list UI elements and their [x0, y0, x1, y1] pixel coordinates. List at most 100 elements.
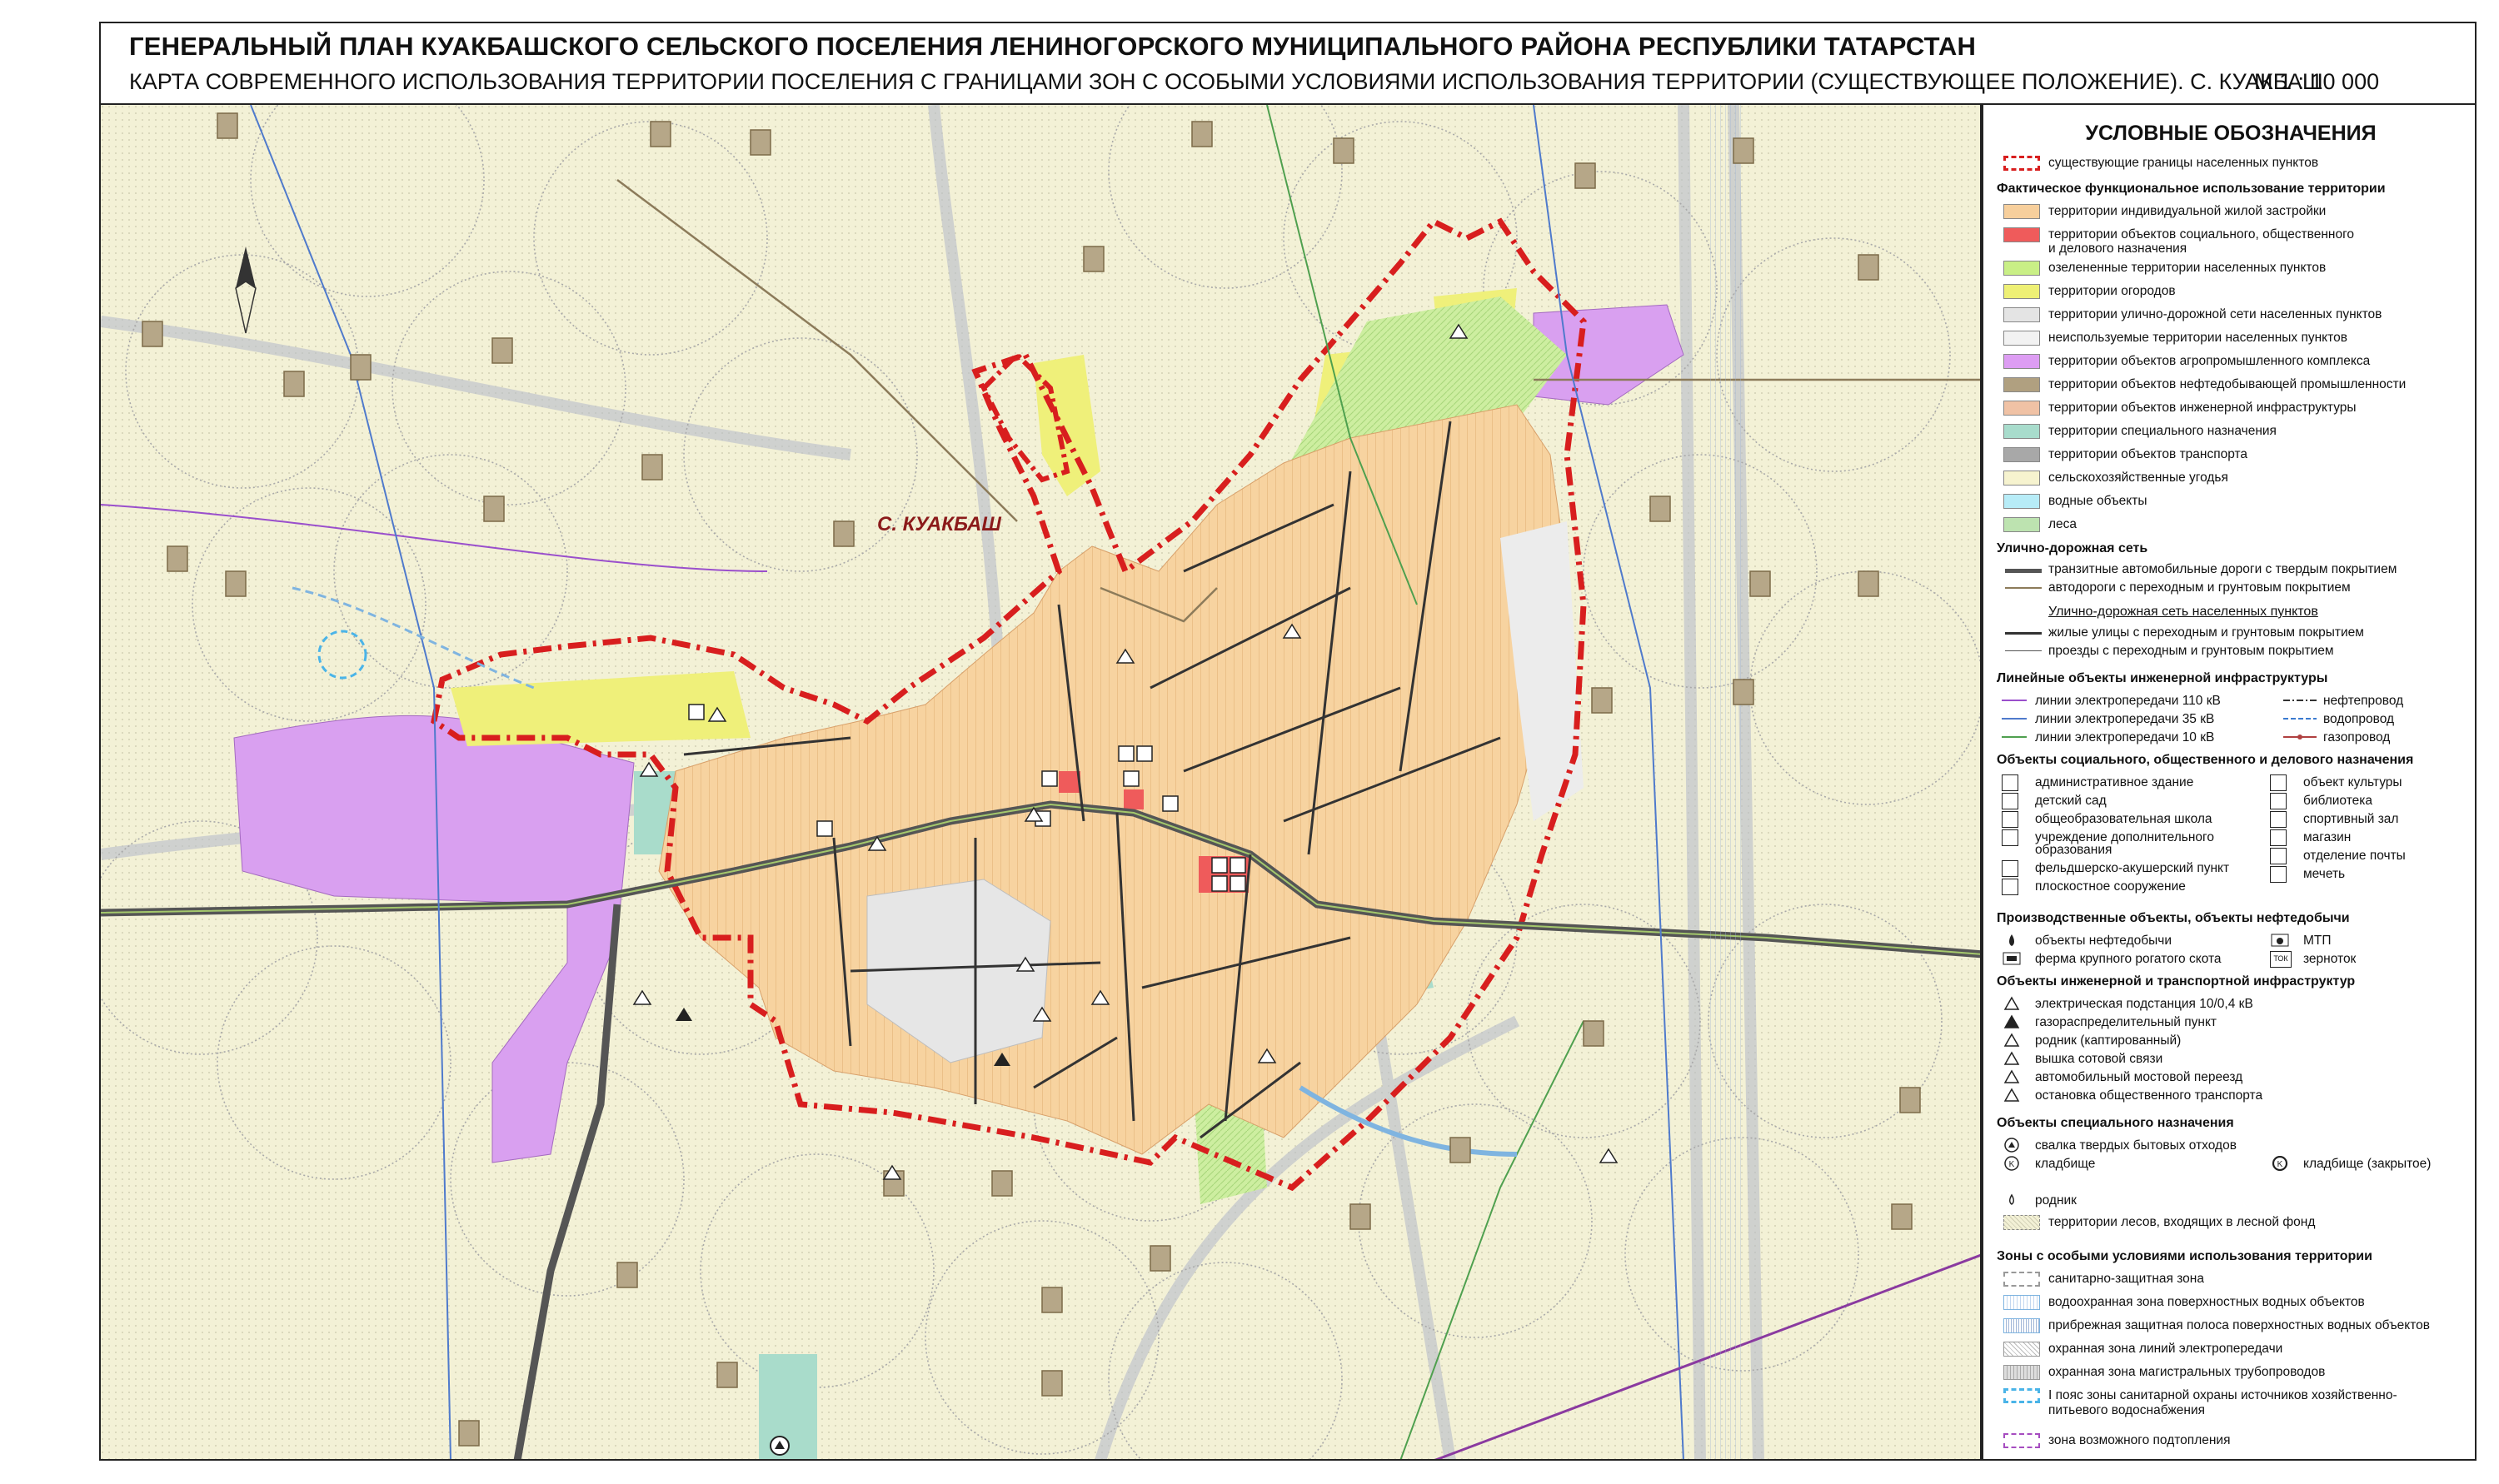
- legend-title: УСЛОВНЫЕ ОБОЗНАЧЕНИЯ: [2085, 122, 2377, 145]
- map-drawing: [101, 105, 1980, 1459]
- legend-section-zones: Зоны с особыми условиями использования т…: [1997, 1249, 2372, 1263]
- legend-label: спортивный зал: [2303, 812, 2399, 826]
- social-object-icon: [2002, 793, 2018, 809]
- legend-swatch: [2003, 494, 2040, 509]
- social-object-icon: [2270, 774, 2287, 791]
- legend-section-social: Объекты социального, общественного и дел…: [1997, 753, 2414, 767]
- legend-label: магазин: [2303, 830, 2352, 844]
- legend-swatch: [2003, 517, 2040, 532]
- social-object-icon: [2002, 860, 2018, 877]
- settlement-label: С. КУАКБАШ: [877, 513, 1001, 535]
- social-object-icon: [2002, 829, 2018, 846]
- triangle-icon: [2003, 1088, 2020, 1102]
- legend-label: I пояс зоны санитарной охраны источников…: [2048, 1388, 2397, 1402]
- legend-swatch: [2003, 377, 2040, 392]
- legend-label: родник (каптированный): [2035, 1033, 2182, 1048]
- legend-label: территории объектов инженерной инфрастру…: [2048, 401, 2357, 415]
- legend-swatch: [2003, 1272, 2040, 1287]
- triangle-icon: [2003, 996, 2020, 1010]
- legend-swatch: [2003, 261, 2040, 276]
- legend-label: образования: [2035, 843, 2112, 857]
- legend-label: питьевого водоснабжения: [2048, 1403, 2206, 1417]
- legend-label: территории объектов нефтедобывающей пром…: [2048, 377, 2407, 391]
- social-object-icon: [2270, 848, 2287, 864]
- legend-label: отделение почты: [2303, 849, 2406, 863]
- legend-label: фельдшерско-акушерский пункт: [2035, 861, 2230, 875]
- map-title: ГЕНЕРАЛЬНЫЙ ПЛАН КУАКБАШСКОГО СЕЛЬСКОГО …: [129, 32, 1977, 61]
- legend-swatch: [2003, 424, 2040, 439]
- legend-label: территории объектов транспорта: [2048, 447, 2248, 461]
- map-subtitle: КАРТА СОВРЕМЕННОГО ИСПОЛЬЗОВАНИЯ ТЕРРИТО…: [129, 69, 2323, 94]
- legend-panel: УСЛОВНЫЕ ОБОЗНАЧЕНИЯ существующие границ…: [1982, 105, 2477, 1461]
- legend-swatch: [2003, 1342, 2040, 1357]
- legend-label: охранная зона магистральных трубопроводо…: [2048, 1365, 2326, 1379]
- social-object-icon: [2002, 879, 2018, 895]
- svg-text:K: K: [2277, 1160, 2283, 1169]
- legend-swatch: [2003, 1318, 2040, 1333]
- legend-label: административное здание: [2035, 775, 2194, 789]
- legend-section-industry: Производственные объекты, объекты нефтед…: [1997, 911, 2350, 925]
- legend-label-line2: и делового назначения: [2048, 242, 2187, 256]
- legend-label: мечеть: [2303, 867, 2346, 881]
- legend-label: объект культуры: [2303, 775, 2402, 789]
- legend-label: территории объектов социального, обществ…: [2048, 227, 2355, 242]
- triangle-icon: [2003, 1014, 2020, 1028]
- social-object-icon: [2270, 866, 2287, 883]
- legend-label: территории объектов агропромышленного ко…: [2048, 354, 2371, 368]
- legend-swatch: [2003, 447, 2040, 462]
- legend-label: территории специального назначения: [2048, 424, 2277, 438]
- triangle-icon: [2003, 1033, 2020, 1047]
- legend-label: озелененные территории населенных пункто…: [2048, 261, 2327, 275]
- map-scale: М 1 : 10 000: [2254, 69, 2380, 94]
- legend-swatch: [2003, 1388, 2040, 1403]
- legend-label: территории индивидуальной жилой застройк…: [2048, 204, 2327, 218]
- legend-label: водоохранная зона поверхностных водных о…: [2048, 1295, 2365, 1309]
- legend-swatch: [2003, 1295, 2040, 1310]
- legend-section-landuse: Фактическое функциональное использование…: [1997, 182, 2386, 196]
- legend-swatch: [2003, 471, 2040, 486]
- legend-label: остановка общественного транспорта: [2035, 1088, 2263, 1103]
- social-object-icon: [2270, 811, 2287, 828]
- social-object-icon: [2270, 793, 2287, 809]
- legend-label: прибрежная защитная полоса поверхностных…: [2048, 1318, 2431, 1332]
- legend-section-special: Объекты специального назначения: [1997, 1116, 2234, 1130]
- social-object-icon: [2002, 811, 2018, 828]
- social-object-icon: [2002, 774, 2018, 791]
- map-sheet: ГЕНЕРАЛЬНЫЙ ПЛАН КУАКБАШСКОГО СЕЛЬСКОГО …: [0, 0, 2499, 1484]
- legend-label: водные объекты: [2048, 494, 2147, 508]
- legend-label: газораспределительный пункт: [2035, 1015, 2217, 1029]
- legend-label: существующие границы населенных пунктов: [2048, 156, 2319, 170]
- triangle-icon: [2003, 1051, 2020, 1065]
- legend-section-lines: Линейные объекты инженерной инфраструкту…: [1997, 671, 2328, 685]
- legend-label: плоскостное сооружение: [2035, 879, 2186, 894]
- tok-icon: ТОК: [2270, 951, 2292, 968]
- legend-label: территории улично-дорожной сети населенн…: [2048, 307, 2382, 321]
- legend-label: автомобильный мостовой переезд: [2035, 1070, 2243, 1084]
- legend-label: охранная зона линий электропередачи: [2048, 1342, 2283, 1356]
- legend-label: электрическая подстанция 10/0,4 кВ: [2035, 997, 2253, 1011]
- legend-label: территории огородов: [2048, 284, 2176, 298]
- legend-swatch: [2003, 307, 2040, 322]
- legend-swatch: [2003, 204, 2040, 219]
- legend-label: неиспользуемые территории населенных пун…: [2048, 331, 2347, 345]
- legend-label: библиотека: [2303, 794, 2372, 808]
- triangle-icon: [2003, 1069, 2020, 1083]
- legend-swatch: [2003, 401, 2040, 416]
- legend-label: леса: [2048, 517, 2078, 531]
- legend-label: санитарно-защитная зона: [2048, 1272, 2204, 1286]
- svg-text:K: K: [2009, 1160, 2015, 1169]
- legend-swatch: [2003, 227, 2040, 242]
- legend-swatch: [2003, 331, 2040, 346]
- map-canvas[interactable]: С. КУАКБАШ: [99, 105, 1982, 1461]
- social-object-icon: [2270, 829, 2287, 846]
- legend-label: общеобразовательная школа: [2035, 812, 2212, 826]
- legend-swatch: [2003, 354, 2040, 369]
- legend-section-roads: Улично-дорожная сеть: [1997, 541, 2148, 555]
- legend-streets-subtitle: Улично-дорожная сеть населенных пунктов: [2048, 605, 2318, 619]
- legend-label: сельскохозяйственные угодья: [2048, 471, 2228, 485]
- legend-section-infra: Объекты инженерной и транспортной инфрас…: [1997, 974, 2356, 989]
- legend-label: вышка сотовой связи: [2035, 1052, 2163, 1066]
- legend-swatch: [2003, 1365, 2040, 1380]
- legend-swatch: [2003, 284, 2040, 299]
- legend-label: детский сад: [2035, 794, 2107, 808]
